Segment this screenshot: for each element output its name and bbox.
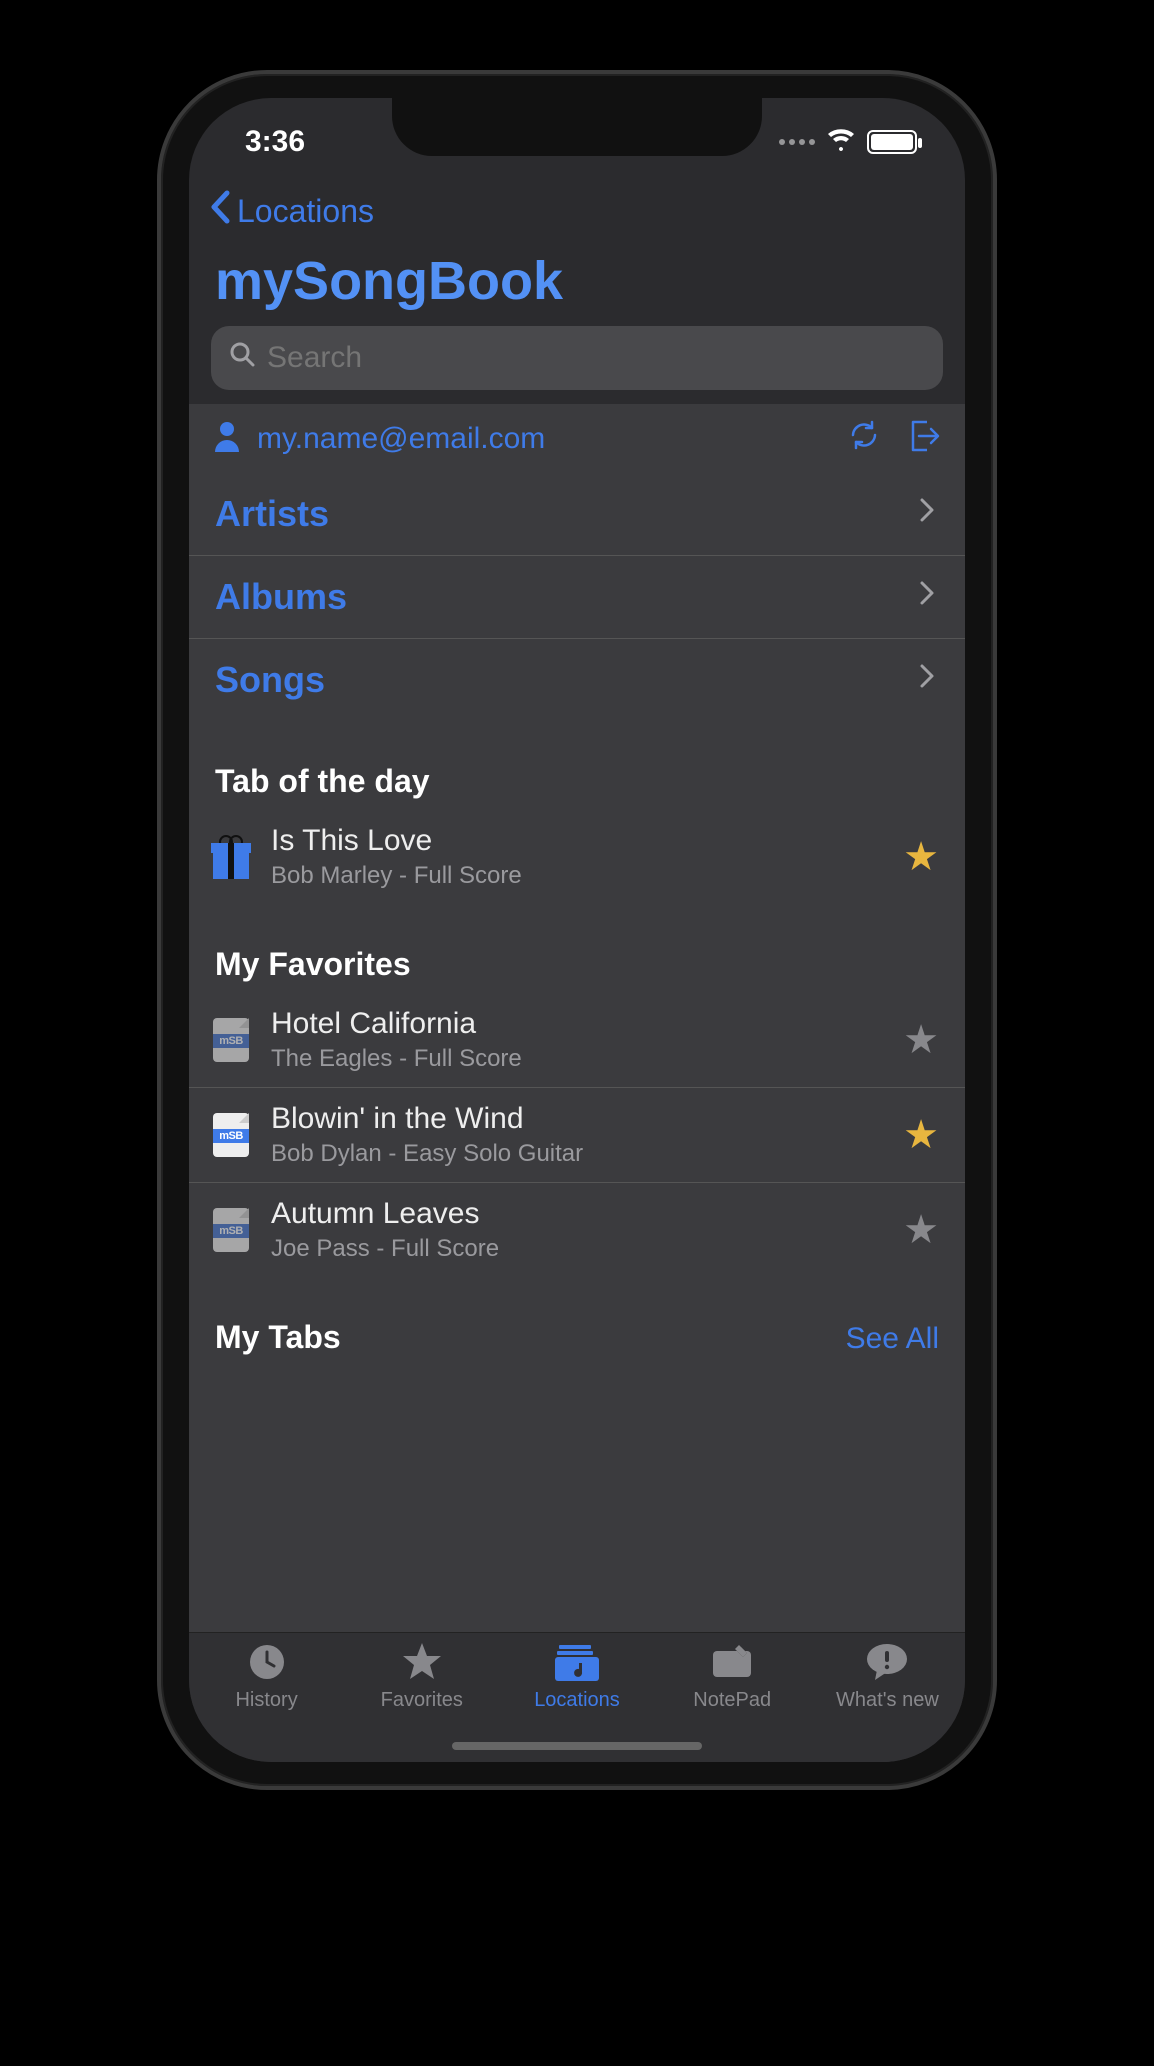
status-time: 3:36 — [245, 125, 305, 159]
account-row: my.name@email.com — [189, 404, 965, 473]
song-subtitle: Bob Marley - Full Score — [271, 862, 885, 890]
star-icon[interactable]: ★ — [903, 1112, 939, 1158]
refresh-icon — [847, 418, 881, 452]
tab-label: NotePad — [693, 1689, 771, 1712]
song-subtitle: The Eagles - Full Score — [271, 1045, 885, 1073]
notch — [392, 98, 762, 156]
battery-icon — [867, 130, 917, 154]
tab-of-day-item[interactable]: Is This Love Bob Marley - Full Score ★ — [189, 810, 965, 904]
home-indicator[interactable] — [452, 1742, 702, 1750]
refresh-button[interactable] — [847, 418, 881, 459]
status-icons — [779, 125, 917, 159]
chevron-left-icon — [209, 190, 231, 232]
back-label: Locations — [237, 193, 374, 230]
speech-bubble-icon — [865, 1641, 909, 1683]
favorites-heading: My Favorites — [189, 904, 965, 993]
browse-item-label: Songs — [215, 659, 325, 701]
favorite-item[interactable]: mSB Blowin' in the Wind Bob Dylan - Easy… — [189, 1087, 965, 1182]
see-all-button[interactable]: See All — [846, 1322, 939, 1356]
side-button — [157, 484, 161, 614]
browse-item-label: Artists — [215, 493, 329, 535]
section-heading-label: My Favorites — [215, 946, 411, 983]
browse-list: Artists Albums Songs — [189, 473, 965, 721]
person-icon — [213, 420, 241, 457]
song-subtitle: Joe Pass - Full Score — [271, 1235, 885, 1263]
locations-icon — [555, 1641, 599, 1683]
song-title: Autumn Leaves — [271, 1197, 885, 1231]
my-tabs-heading: My Tabs See All — [189, 1277, 965, 1366]
song-title: Hotel California — [271, 1007, 885, 1041]
screen: 3:36 Locations mySongBook — [189, 98, 965, 1762]
phone-frame: 3:36 Locations mySongBook — [157, 70, 997, 1790]
notepad-icon — [711, 1641, 753, 1683]
cellular-dots-icon — [779, 139, 815, 145]
tab-label: Locations — [534, 1689, 620, 1712]
search-input[interactable] — [211, 326, 943, 390]
msb-file-icon: mSB — [209, 1016, 253, 1064]
side-button — [157, 374, 161, 444]
star-icon[interactable]: ★ — [903, 1207, 939, 1253]
favorite-item[interactable]: mSB Hotel California The Eagles - Full S… — [189, 993, 965, 1087]
tab-history[interactable]: History — [189, 1641, 344, 1762]
star-icon — [400, 1641, 444, 1683]
chevron-right-icon — [919, 580, 935, 614]
search-field[interactable] — [267, 341, 925, 375]
logout-icon — [907, 418, 941, 454]
side-button — [993, 514, 997, 714]
tab-of-day-heading: Tab of the day — [189, 721, 965, 810]
song-subtitle: Bob Dylan - Easy Solo Guitar — [271, 1140, 885, 1168]
gift-icon — [209, 833, 253, 881]
msb-file-icon: mSB — [209, 1111, 253, 1159]
star-icon[interactable]: ★ — [903, 834, 939, 880]
tab-label: History — [235, 1689, 297, 1712]
logout-button[interactable] — [907, 418, 941, 459]
favorite-item[interactable]: mSB Autumn Leaves Joe Pass - Full Score … — [189, 1182, 965, 1277]
side-button — [157, 644, 161, 774]
back-button[interactable]: Locations — [189, 186, 965, 240]
song-title: Blowin' in the Wind — [271, 1102, 885, 1136]
section-heading-label: My Tabs — [215, 1319, 341, 1356]
content-area: Tab of the day Is This Love Bob Marley -… — [189, 721, 965, 1632]
tab-label: What's new — [836, 1689, 939, 1712]
chevron-right-icon — [919, 497, 935, 531]
section-heading-label: Tab of the day — [215, 763, 430, 800]
browse-songs[interactable]: Songs — [189, 638, 965, 721]
account-email: my.name@email.com — [257, 422, 831, 456]
browse-artists[interactable]: Artists — [189, 473, 965, 555]
page-title: mySongBook — [189, 240, 965, 326]
star-icon[interactable]: ★ — [903, 1017, 939, 1063]
msb-file-icon: mSB — [209, 1206, 253, 1254]
browse-albums[interactable]: Albums — [189, 555, 965, 638]
chevron-right-icon — [919, 663, 935, 697]
browse-item-label: Albums — [215, 576, 347, 618]
song-title: Is This Love — [271, 824, 885, 858]
wifi-icon — [825, 125, 857, 159]
tab-label: Favorites — [381, 1689, 463, 1712]
search-icon — [229, 341, 255, 375]
tab-whats-new[interactable]: What's new — [810, 1641, 965, 1762]
clock-icon — [247, 1641, 287, 1683]
